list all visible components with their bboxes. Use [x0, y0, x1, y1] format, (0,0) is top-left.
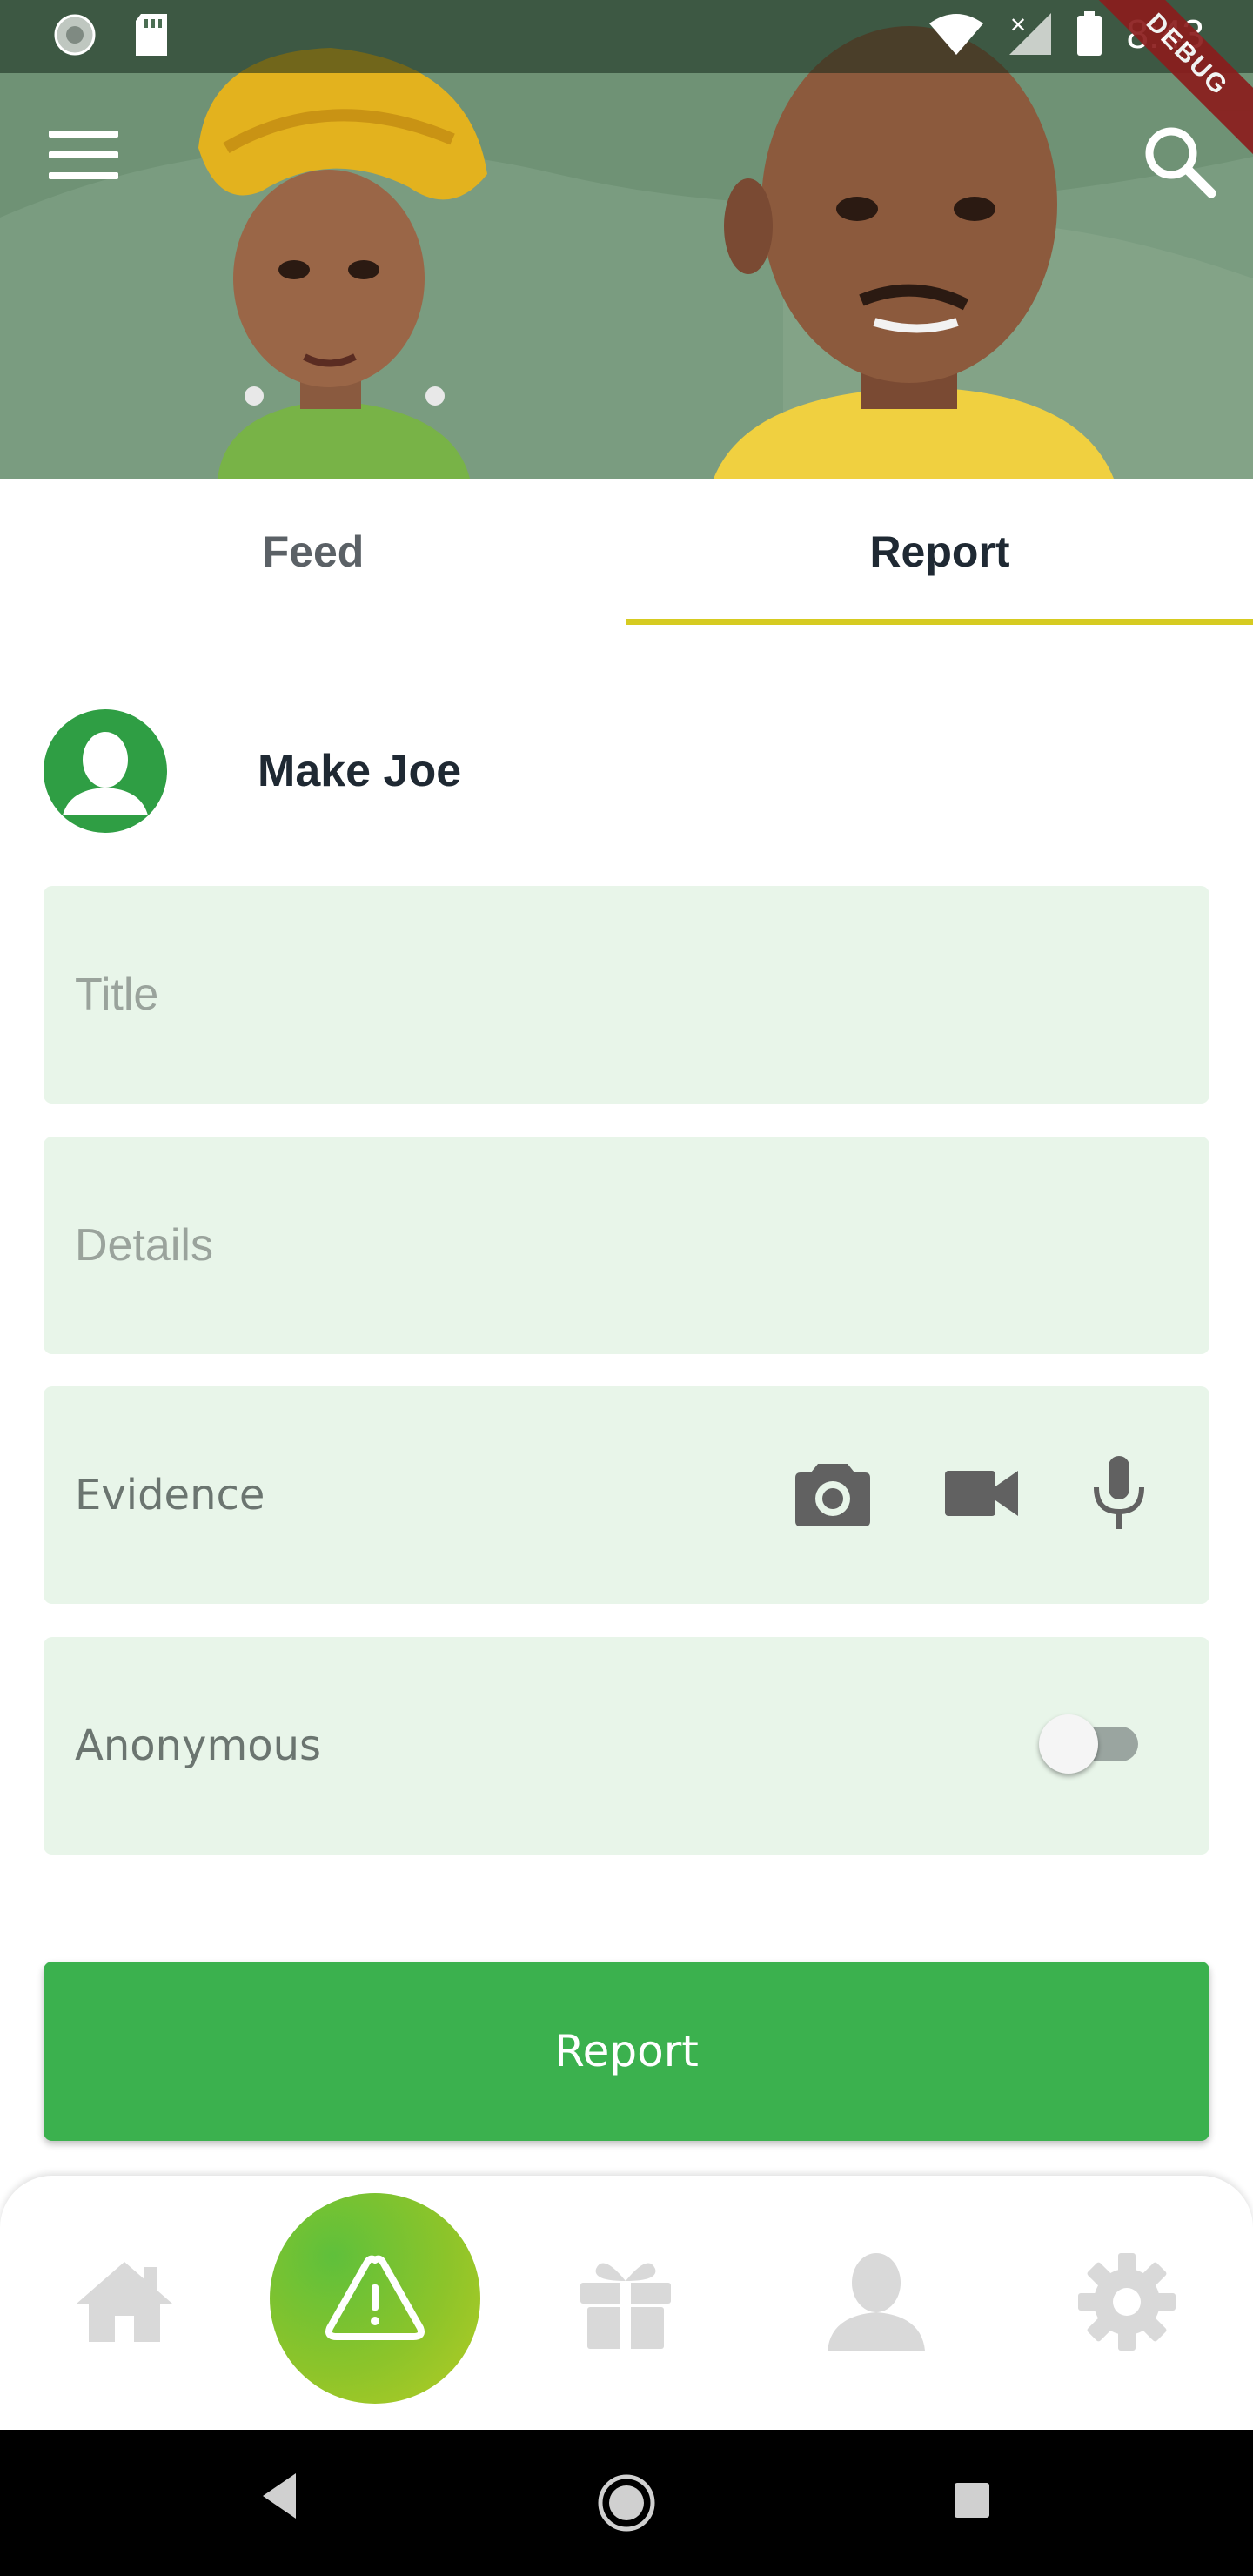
tab-report[interactable]: Report [626, 479, 1253, 625]
avatar [44, 709, 167, 833]
toggle-knob [1039, 1714, 1098, 1774]
camera-icon[interactable] [794, 1459, 872, 1528]
nav-home[interactable] [68, 2245, 181, 2358]
anonymous-field: Anonymous [44, 1637, 1209, 1855]
gift-icon [580, 2263, 671, 2349]
hamburger-menu-icon[interactable] [49, 131, 122, 188]
nav-settings[interactable] [1070, 2245, 1183, 2358]
tab-feed[interactable]: Feed [0, 479, 626, 625]
battery-icon [1077, 11, 1102, 56]
back-icon[interactable] [258, 2468, 301, 2524]
evidence-label: Evidence [75, 1471, 265, 1519]
details-field[interactable] [44, 1137, 1209, 1354]
profile-icon [828, 2253, 925, 2351]
search-icon[interactable] [1140, 122, 1218, 200]
person-icon [63, 732, 148, 815]
sd-card-icon [136, 14, 167, 56]
report-button[interactable]: Report [44, 1962, 1209, 2141]
tab-bar: Feed Report [0, 479, 1253, 625]
sync-status-icon [54, 14, 96, 56]
video-camera-icon[interactable] [945, 1467, 1018, 1519]
anonymous-label: Anonymous [75, 1721, 322, 1770]
user-row: Make Joe [44, 709, 461, 833]
bottom-navigation [0, 2176, 1253, 2430]
evidence-field: Evidence [44, 1386, 1209, 1604]
status-bar: ✕ 8:43 [0, 0, 1253, 73]
microphone-icon[interactable] [1091, 1456, 1147, 1531]
nav-profile[interactable] [820, 2245, 933, 2358]
home-icon [77, 2262, 172, 2342]
svg-text:✕: ✕ [1009, 13, 1027, 37]
report-warning-icon [325, 2255, 425, 2340]
system-navigation-bar [0, 2430, 1253, 2576]
nav-report[interactable] [270, 2193, 480, 2404]
wifi-icon [929, 14, 984, 55]
anonymous-toggle[interactable] [1039, 1714, 1138, 1774]
settings-icon [1078, 2253, 1176, 2351]
home-button-icon[interactable] [597, 2473, 656, 2532]
nav-rewards[interactable] [569, 2245, 682, 2358]
recents-icon[interactable] [952, 2480, 992, 2520]
cell-signal-icon: ✕ [1009, 13, 1052, 55]
title-input[interactable] [75, 969, 1209, 1021]
title-field[interactable] [44, 886, 1209, 1104]
details-input[interactable] [75, 1219, 1209, 1271]
user-name: Make Joe [258, 746, 462, 796]
header-banner: ✕ 8:43 DEBUG [0, 0, 1253, 479]
